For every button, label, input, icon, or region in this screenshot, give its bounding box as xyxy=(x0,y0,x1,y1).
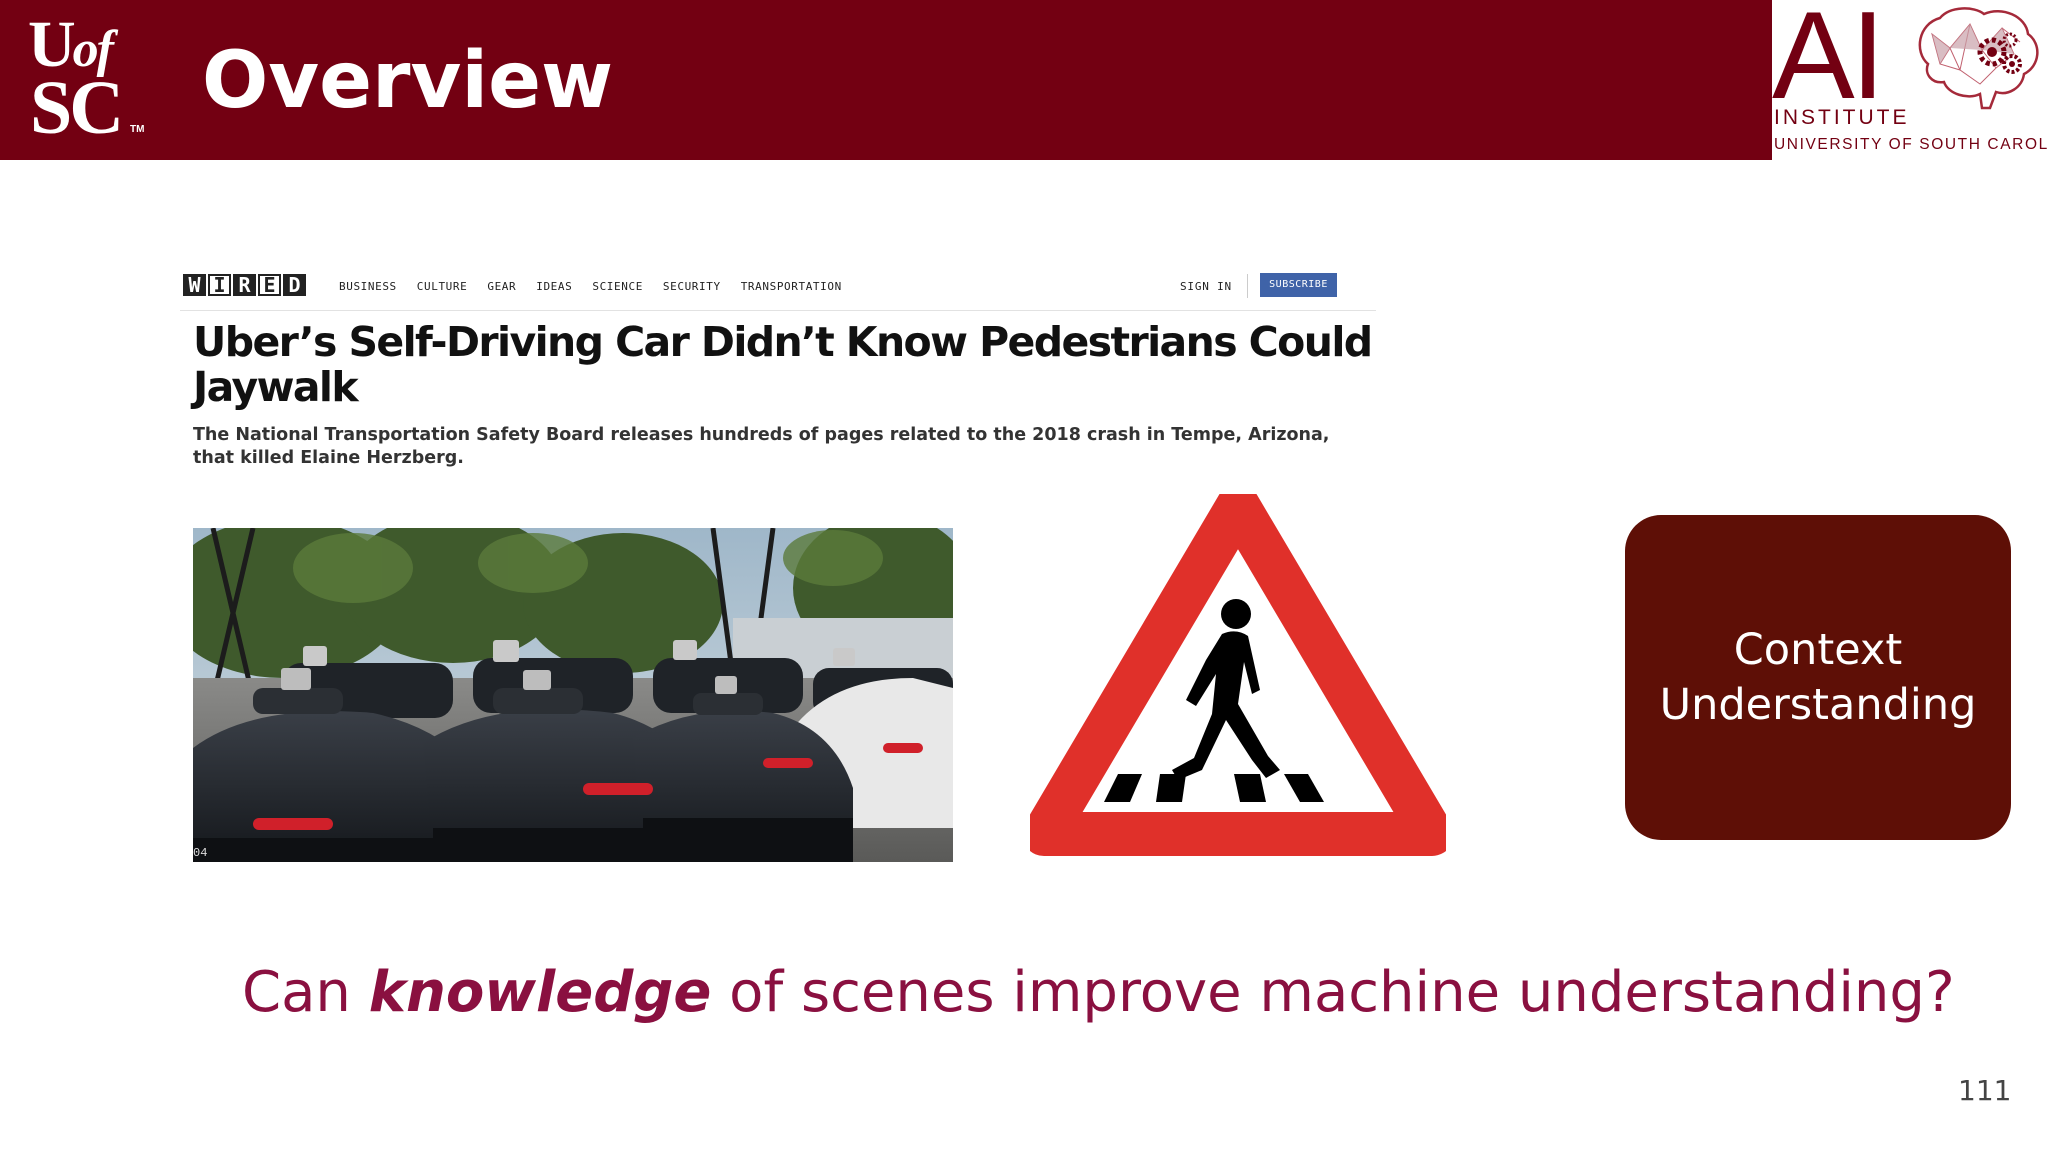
nav-link-security[interactable]: SECURITY xyxy=(663,280,721,293)
pedestrian-crossing-sign-icon xyxy=(1030,494,1446,856)
wired-logo[interactable]: W I R E D xyxy=(183,274,306,296)
question-emphasis: knowledge xyxy=(368,960,712,1025)
nav-link-science[interactable]: SCIENCE xyxy=(592,280,643,293)
wired-logo-letter: D xyxy=(283,274,306,296)
sign-in-link[interactable]: SIGN IN xyxy=(1180,280,1232,293)
wired-navbar: W I R E D BUSINESS CULTURE GEAR IDEAS SC… xyxy=(180,270,1376,311)
brain-gears-icon xyxy=(1918,7,2039,110)
research-question: Can knowledge of scenes improve machine … xyxy=(242,960,1955,1026)
page-number: 111 xyxy=(1958,1074,2012,1107)
self-driving-cars-photo xyxy=(193,528,953,862)
slide-title: Overview xyxy=(202,36,614,126)
wired-nav-links: BUSINESS CULTURE GEAR IDEAS SCIENCE SECU… xyxy=(339,280,842,293)
wired-logo-letter: R xyxy=(233,274,256,296)
ai-logo-text: AI xyxy=(1772,0,1885,125)
photo-corner-label: 04 xyxy=(193,846,208,860)
nav-link-business[interactable]: BUSINESS xyxy=(339,280,397,293)
wired-logo-letter: I xyxy=(208,274,231,296)
nav-link-transportation[interactable]: TRANSPORTATION xyxy=(741,280,842,293)
ai-institute-logo: AI INSTITUTE UNIVERSITY OF SOUTH CAROLIN… xyxy=(1772,0,2048,160)
article-dek: The National Transportation Safety Board… xyxy=(193,425,1330,468)
logo-line2: SC xyxy=(30,66,124,150)
nav-link-culture[interactable]: CULTURE xyxy=(417,280,468,293)
article-headline: Uber’s Self-Driving Car Didn’t Know Pede… xyxy=(193,318,1373,411)
ai-logo-university: UNIVERSITY OF SOUTH CAROLINA xyxy=(1774,136,2048,153)
wired-logo-letter: W xyxy=(183,274,206,296)
context-understanding-label: Context Understanding xyxy=(1659,624,1977,730)
context-understanding-box: Context Understanding xyxy=(1625,515,2011,840)
ai-logo-institute: INSTITUTE xyxy=(1774,106,1910,129)
uofsc-logo: Uof SC TM xyxy=(0,0,157,160)
nav-link-ideas[interactable]: IDEAS xyxy=(536,280,572,293)
logo-trademark: TM xyxy=(130,124,145,135)
question-text-after: of scenes improve machine understanding? xyxy=(711,960,1955,1025)
question-text-before: Can xyxy=(242,960,369,1025)
wired-logo-letter: E xyxy=(258,274,281,296)
subscribe-button[interactable]: SUBSCRIBE xyxy=(1260,273,1337,297)
nav-divider xyxy=(1247,274,1248,298)
nav-link-gear[interactable]: GEAR xyxy=(487,280,516,293)
